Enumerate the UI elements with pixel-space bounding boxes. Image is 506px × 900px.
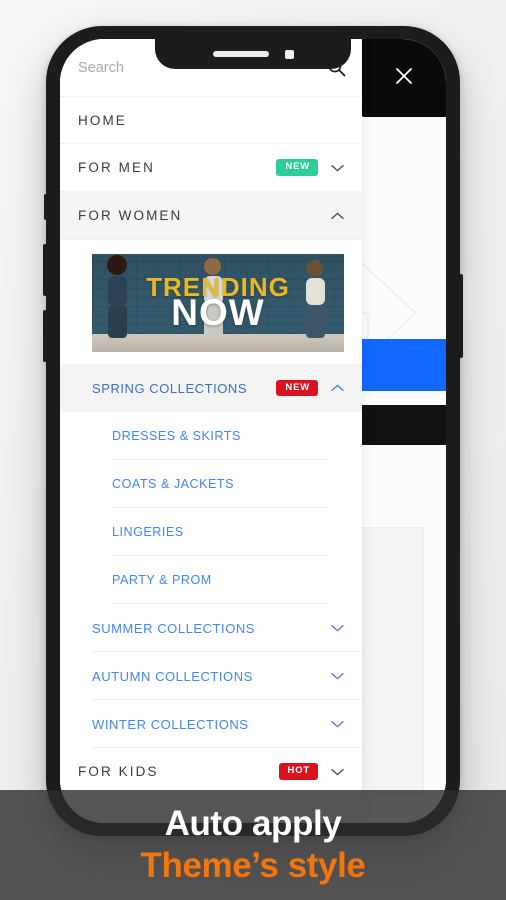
menu-item-label: FOR WOMEN: [78, 208, 183, 223]
chevron-down-icon[interactable]: [330, 672, 345, 680]
menu-item-for-kids[interactable]: FOR KIDS HOT: [60, 748, 362, 796]
phone-volume-up-button[interactable]: [43, 244, 48, 296]
front-camera-icon: [284, 49, 294, 59]
promo-line-1: Auto apply: [164, 804, 342, 843]
navigation-drawer: HOME FOR MEN NEW FOR WOMEN: [60, 39, 362, 823]
banner-line-2: NOW: [171, 291, 265, 333]
phone-mute-switch[interactable]: [44, 194, 48, 220]
submenu-item-dresses-and-skirts[interactable]: DRESSES & SKIRTS: [60, 412, 362, 460]
chevron-down-icon[interactable]: [330, 720, 345, 728]
submenu-item-lingeries[interactable]: LINGERIES: [60, 508, 362, 556]
submenu-item-label: AUTUMN COLLECTIONS: [92, 668, 253, 684]
chevron-down-icon[interactable]: [330, 768, 345, 776]
menu-item-for-men[interactable]: FOR MEN NEW: [60, 144, 362, 192]
earpiece-speaker-icon: [212, 51, 269, 57]
submenu-item-autumn-collections[interactable]: AUTUMN COLLECTIONS: [60, 652, 362, 700]
submenu-item-label: WINTER COLLECTIONS: [92, 716, 249, 732]
menu-item-for-women[interactable]: FOR WOMEN: [60, 192, 362, 240]
chevron-up-icon[interactable]: [330, 212, 345, 220]
submenu-item-label: SUMMER COLLECTIONS: [92, 620, 256, 636]
close-icon: [394, 66, 414, 91]
submenu-item-winter-collections[interactable]: WINTER COLLECTIONS: [60, 700, 362, 748]
close-menu-button[interactable]: [362, 39, 446, 117]
menu-item-home[interactable]: HOME: [60, 96, 362, 144]
chevron-down-icon[interactable]: [330, 624, 345, 632]
phone-screen: SLI View al HOME: [60, 39, 446, 823]
chevron-down-icon[interactable]: [330, 164, 345, 172]
promo-line-2: Theme’s style: [140, 846, 366, 885]
new-badge: NEW: [276, 159, 318, 176]
submenu-item-label: LINGERIES: [112, 525, 184, 539]
phone-volume-down-button[interactable]: [43, 310, 48, 362]
submenu-item-label: PARTY & PROM: [112, 573, 212, 587]
menu-item-label: FOR KIDS: [78, 764, 159, 779]
submenu-item-summer-collections[interactable]: SUMMER COLLECTIONS: [60, 604, 362, 652]
promo-overlay: Auto apply Theme’s style: [0, 790, 506, 900]
submenu-item-label: SPRING COLLECTIONS: [92, 380, 248, 396]
submenu-item-party-and-prom[interactable]: PARTY & PROM: [60, 556, 362, 604]
chevron-up-icon[interactable]: [330, 384, 345, 392]
trending-now-banner[interactable]: TRENDING NOW: [92, 254, 344, 352]
phone-power-button[interactable]: [458, 274, 463, 358]
phone-notch: [155, 39, 351, 69]
hot-badge: HOT: [278, 763, 318, 780]
drawer-scroll-area[interactable]: HOME FOR MEN NEW FOR WOMEN TRENDING NOW …: [60, 96, 362, 823]
new-badge: NEW: [276, 379, 318, 397]
submenu-item-coats-and-jackets[interactable]: COATS & JACKETS: [60, 460, 362, 508]
menu-item-label: FOR MEN: [78, 160, 155, 175]
phone-device-frame: SLI View al HOME: [43, 26, 463, 836]
submenu-item-label: COATS & JACKETS: [112, 477, 235, 491]
submenu-item-spring-collections[interactable]: SPRING COLLECTIONS NEW: [60, 364, 362, 412]
submenu-item-label: DRESSES & SKIRTS: [112, 429, 241, 443]
banner-text: TRENDING NOW: [92, 254, 344, 352]
trending-banner-wrap: TRENDING NOW: [60, 240, 362, 364]
menu-item-label: HOME: [78, 112, 127, 128]
